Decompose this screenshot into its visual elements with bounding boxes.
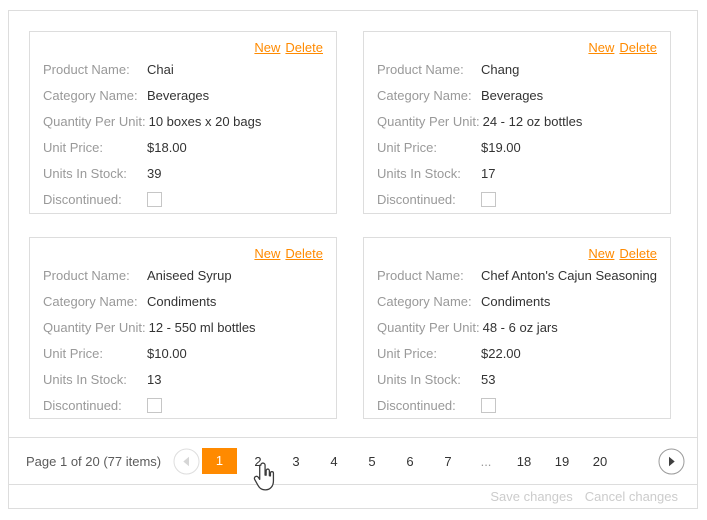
field-label: Category Name: — [377, 293, 472, 309]
quantity-per-unit-value: 24 - 12 oz bottles — [482, 113, 583, 129]
discontinued-checkbox[interactable] — [147, 397, 162, 413]
new-link[interactable]: New — [588, 40, 614, 55]
field-label: Quantity Per Unit: — [43, 319, 146, 335]
save-changes-link[interactable]: Save changes — [490, 489, 572, 504]
field-label: Product Name: — [377, 61, 464, 77]
pager: Page 1 of 20 (77 items) 1 2 3 4 5 6 7 ..… — [9, 437, 697, 484]
field-label: Units In Stock: — [377, 371, 461, 387]
field-label: Category Name: — [377, 87, 472, 103]
app-screenshot: New Delete Product Name: Chai Category Na… — [0, 0, 707, 520]
field-label: Units In Stock: — [377, 165, 461, 181]
pager-page[interactable]: 7 — [436, 454, 460, 469]
unit-price-value: $10.00 — [147, 345, 187, 361]
product-name-value: Chef Anton's Cajun Seasoning — [481, 267, 657, 283]
product-name-value: Chai — [147, 61, 174, 77]
field-label: Discontinued: — [377, 397, 456, 413]
category-name-value: Beverages — [481, 87, 544, 103]
field-label: Product Name: — [377, 267, 464, 283]
discontinued-checkbox[interactable] — [147, 191, 162, 207]
quantity-per-unit-value: 10 boxes x 20 bags — [148, 113, 262, 129]
units-in-stock-value: 17 — [481, 165, 496, 181]
field-label: Product Name: — [43, 61, 130, 77]
pager-page[interactable]: 3 — [284, 454, 308, 469]
discontinued-checkbox[interactable] — [481, 397, 496, 413]
pager-ellipsis: ... — [480, 453, 492, 469]
field-label: Category Name: — [43, 87, 138, 103]
field-label: Unit Price: — [377, 139, 437, 155]
product-card: New Delete Product Name: Chef Anton's Caj… — [363, 237, 671, 419]
field-label: Quantity Per Unit: — [43, 113, 146, 129]
cards-grid: New Delete Product Name: Chai Category Na… — [9, 11, 697, 437]
pager-info: Page 1 of 20 (77 items) — [26, 453, 162, 469]
field-label: Units In Stock: — [43, 165, 127, 181]
cancel-changes-link[interactable]: Cancel changes — [585, 489, 678, 504]
prev-page-button[interactable] — [173, 448, 200, 475]
product-name-value: Chang — [481, 61, 520, 77]
product-card: New Delete Product Name: Chang Category N… — [363, 31, 671, 214]
delete-link[interactable]: Delete — [619, 40, 657, 55]
field-label: Discontinued: — [43, 191, 122, 207]
delete-link[interactable]: Delete — [285, 246, 323, 261]
discontinued-checkbox[interactable] — [481, 191, 496, 207]
products-card-view-panel: New Delete Product Name: Chai Category Na… — [8, 10, 698, 509]
field-label: Unit Price: — [43, 345, 103, 361]
product-card: New Delete Product Name: Chai Category Na… — [29, 31, 337, 214]
next-page-icon — [658, 448, 685, 474]
category-name-value: Condiments — [481, 293, 551, 309]
unit-price-value: $19.00 — [481, 139, 521, 155]
pager-page[interactable]: 20 — [588, 454, 612, 469]
quantity-per-unit-value: 12 - 550 ml bottles — [148, 319, 256, 335]
delete-link[interactable]: Delete — [285, 40, 323, 55]
pager-page[interactable]: 2 — [246, 454, 270, 469]
category-name-value: Beverages — [147, 87, 210, 103]
field-label: Units In Stock: — [43, 371, 127, 387]
pager-page[interactable]: 6 — [398, 454, 422, 469]
pager-page[interactable]: 5 — [360, 454, 384, 469]
field-label: Unit Price: — [377, 345, 437, 361]
edit-actions-bar: Save changes Cancel changes — [9, 484, 697, 508]
units-in-stock-value: 13 — [147, 371, 162, 387]
category-name-value: Condiments — [147, 293, 217, 309]
field-label: Discontinued: — [377, 191, 456, 207]
pager-page-current[interactable]: 1 — [202, 448, 237, 474]
new-link[interactable]: New — [254, 40, 280, 55]
unit-price-value: $18.00 — [147, 139, 187, 155]
product-card: New Delete Product Name: Aniseed Syrup Ca… — [29, 237, 337, 419]
field-label: Quantity Per Unit: — [377, 319, 480, 335]
unit-price-value: $22.00 — [481, 345, 521, 361]
units-in-stock-value: 53 — [481, 371, 496, 387]
new-link[interactable]: New — [588, 246, 614, 261]
new-link[interactable]: New — [254, 246, 280, 261]
quantity-per-unit-value: 48 - 6 oz jars — [482, 319, 558, 335]
units-in-stock-value: 39 — [147, 165, 162, 181]
pager-page[interactable]: 18 — [512, 454, 536, 469]
pager-page[interactable]: 4 — [322, 454, 346, 469]
product-name-value: Aniseed Syrup — [147, 267, 232, 283]
prev-page-icon — [173, 448, 200, 474]
field-label: Quantity Per Unit: — [377, 113, 480, 129]
field-label: Category Name: — [43, 293, 138, 309]
pager-page[interactable]: 19 — [550, 454, 574, 469]
delete-link[interactable]: Delete — [619, 246, 657, 261]
field-label: Unit Price: — [43, 139, 103, 155]
field-label: Discontinued: — [43, 397, 122, 413]
field-label: Product Name: — [43, 267, 130, 283]
next-page-button[interactable] — [658, 448, 685, 475]
